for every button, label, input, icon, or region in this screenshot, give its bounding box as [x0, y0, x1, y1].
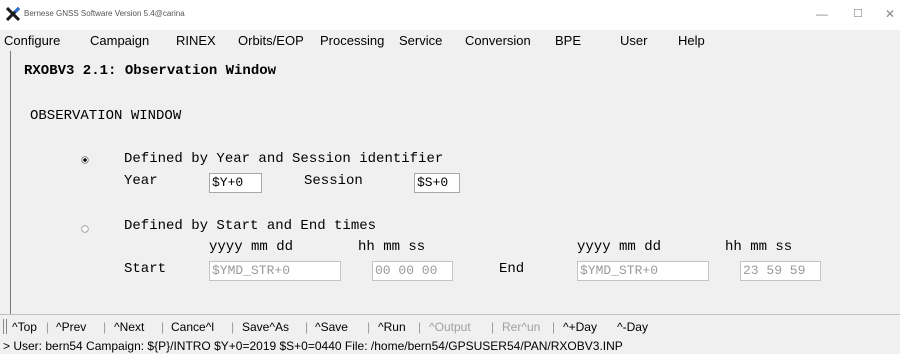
section-title: OBSERVATION WINDOW [30, 108, 182, 124]
toolbar-separator: | [46, 320, 50, 334]
output-button[interactable]: ^Output [429, 320, 471, 334]
menu-bpe[interactable]: BPE [555, 33, 581, 48]
status-bar: > User: bern54 Campaign: ${P}/INTRO $Y+0… [0, 337, 900, 354]
menu-help[interactable]: Help [678, 33, 705, 48]
end-time-input[interactable]: 23 59 59 [740, 261, 821, 281]
title-bar: Bernese GNSS Software Version 5.4@carina… [0, 0, 900, 30]
close-button[interactable]: ✕ [880, 5, 900, 23]
end-label: End [499, 261, 525, 277]
status-text: > User: bern54 Campaign: ${P}/INTRO $Y+0… [3, 339, 623, 353]
plus-day-button[interactable]: ^+Day [563, 320, 597, 334]
radio-year-session[interactable] [81, 156, 89, 164]
toolbar-separator: | [161, 320, 165, 334]
rerun-button[interactable]: Rer^un [502, 320, 540, 334]
option-year-session-label: Defined by Year and Session identifier [124, 151, 444, 167]
radio-start-end[interactable] [81, 225, 89, 233]
toolbar-separator: | [418, 320, 422, 334]
end-time-format: hh mm ss [725, 239, 793, 255]
toolbar-separator: | [103, 320, 107, 334]
toolbar-grip[interactable] [3, 319, 7, 334]
menu-configure[interactable]: Configure [4, 33, 60, 48]
menu-user[interactable]: User [620, 33, 647, 48]
menu-service[interactable]: Service [399, 33, 442, 48]
save-as-button[interactable]: Save^As [242, 320, 289, 334]
menu-campaign[interactable]: Campaign [90, 33, 149, 48]
end-date-format: yyyy mm dd [577, 239, 662, 255]
bernese-app-icon [6, 7, 20, 21]
maximize-button[interactable]: ☐ [848, 5, 868, 23]
session-label: Session [304, 173, 363, 189]
toolbar-separator: | [552, 320, 556, 334]
minimize-button[interactable]: — [812, 5, 832, 23]
start-label: Start [124, 261, 167, 277]
window-title: Bernese GNSS Software Version 5.4@carina [24, 9, 185, 18]
toolbar-separator: | [305, 320, 309, 334]
toolbar-separator: | [491, 320, 495, 334]
toolbar-separator: | [367, 320, 371, 334]
menu-processing[interactable]: Processing [320, 33, 384, 48]
menu-conversion[interactable]: Conversion [465, 33, 531, 48]
save-button[interactable]: ^Save [315, 320, 348, 334]
panel-divider [0, 314, 900, 315]
end-date-input[interactable]: $YMD_STR+0 [577, 261, 709, 281]
menu-bar: Configure Campaign RINEX Orbits/EOP Proc… [0, 30, 900, 51]
menu-orbits-eop[interactable]: Orbits/EOP [238, 33, 304, 48]
start-date-format: yyyy mm dd [209, 239, 294, 255]
start-time-input[interactable]: 00 00 00 [372, 261, 453, 281]
action-toolbar: ^Top | ^Prev | ^Next | Cance^l | Save^As… [0, 318, 900, 336]
prev-button[interactable]: ^Prev [56, 320, 86, 334]
minus-day-button[interactable]: ^-Day [617, 320, 648, 334]
start-date-input[interactable]: $YMD_STR+0 [209, 261, 341, 281]
top-button[interactable]: ^Top [12, 320, 37, 334]
cancel-button[interactable]: Cance^l [171, 320, 214, 334]
input-panel: RXOBV3 2.1: Observation Window OBSERVATI… [11, 51, 900, 314]
option-start-end-label: Defined by Start and End times [124, 218, 377, 234]
next-button[interactable]: ^Next [114, 320, 144, 334]
session-input[interactable]: $S+0 [414, 173, 460, 193]
run-button[interactable]: ^Run [378, 320, 406, 334]
menu-rinex[interactable]: RINEX [176, 33, 216, 48]
start-time-format: hh mm ss [358, 239, 426, 255]
panel-heading: RXOBV3 2.1: Observation Window [24, 63, 277, 79]
year-label: Year [124, 173, 158, 189]
toolbar-separator: | [231, 320, 235, 334]
year-input[interactable]: $Y+0 [209, 173, 262, 193]
